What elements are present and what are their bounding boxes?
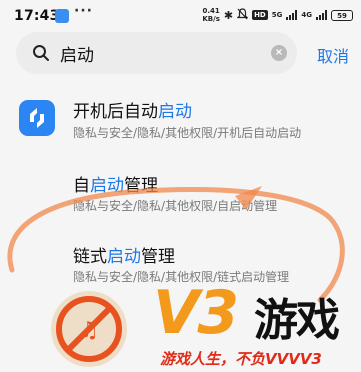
search-bar[interactable]: × [16, 32, 297, 74]
status-bar: 17:43 ··· 0.41 KB/s ✱ HD 5G 4G 59 [0, 0, 361, 32]
battery-icon: 59 [331, 9, 353, 21]
status-time: 17:43 [14, 8, 60, 24]
network-speed-value: 0.41 [202, 7, 220, 15]
more-notifications-icon: ··· [74, 3, 93, 19]
watermark-game-text: 游戏 [254, 295, 340, 346]
result-title: 自启动管理 [73, 171, 158, 196]
search-result-item[interactable]: 开机后自动启动 隐私与安全/隐私/其他权限/开机后自动启动 [0, 88, 361, 148]
search-result-item[interactable]: 自启动管理 隐私与安全/隐私/其他权限/自启动管理 [0, 165, 361, 215]
result-title-suffix: 管理 [141, 247, 175, 267]
result-title-text: 自 [73, 176, 90, 196]
result-title-text: 开机后自动 [73, 102, 158, 122]
result-title-highlight: 启动 [107, 247, 141, 267]
watermark-brand: V3 [153, 278, 239, 348]
cancel-button[interactable]: 取消 [317, 43, 349, 67]
search-icon [33, 45, 49, 61]
signal-5g-icon [286, 10, 298, 20]
result-title-highlight: 启动 [158, 102, 192, 122]
network-speed-unit: KB/s [202, 15, 220, 23]
signal-4g-icon [316, 10, 327, 20]
result-title-suffix: 管理 [124, 176, 158, 196]
result-path: 隐私与安全/隐私/其他权限/自启动管理 [73, 199, 278, 213]
result-title-highlight: 启动 [90, 176, 124, 196]
network-5g-label: 5G [271, 11, 283, 19]
network-speed: 0.41 KB/s [202, 7, 219, 23]
watermark-logo: ♫ [51, 291, 127, 367]
result-title: 开机后自动启动 [73, 97, 192, 122]
mute-bell-icon [236, 7, 249, 23]
security-app-icon [19, 100, 55, 136]
app-notification-icon [55, 9, 69, 23]
bluetooth-icon: ✱ [223, 8, 234, 22]
watermark-slogan: 游戏人生，不负VVVV3 [160, 350, 322, 368]
status-icons: 0.41 KB/s ✱ HD 5G 4G 59 [202, 7, 353, 23]
result-title: 链式启动管理 [73, 242, 175, 267]
search-input[interactable] [60, 41, 260, 65]
result-path: 隐私与安全/隐私/其他权限/开机后自动启动 [73, 126, 302, 140]
clear-search-button[interactable]: × [271, 45, 287, 61]
svg-text:♫: ♫ [79, 318, 99, 343]
hd-voice-badge: HD [252, 10, 268, 20]
network-4g-label: 4G [301, 11, 312, 19]
result-title-text: 链式 [73, 247, 107, 267]
